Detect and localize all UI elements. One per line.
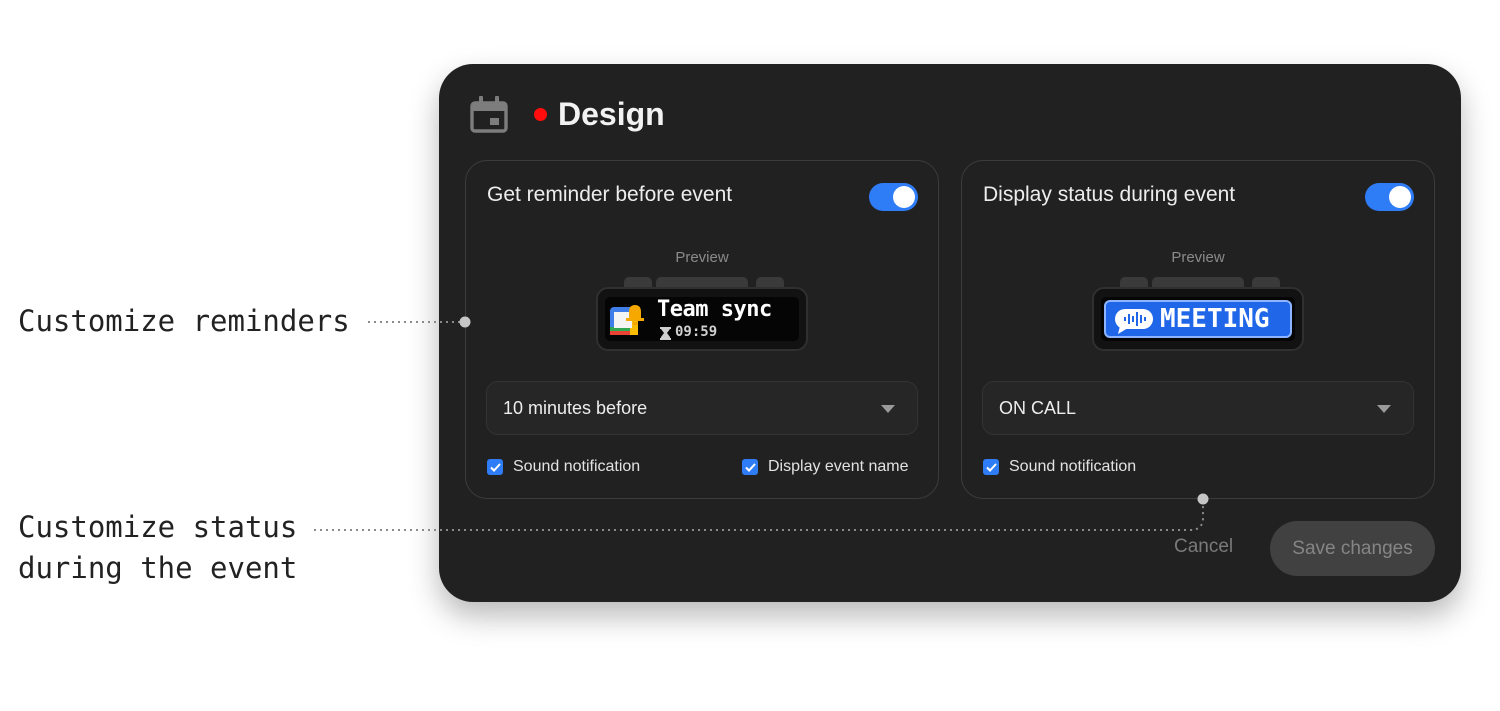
reminder-sound-notification-checkbox[interactable]: Sound notification	[487, 458, 640, 476]
toggle-knob	[1389, 186, 1411, 208]
check-icon	[489, 462, 501, 472]
status-card-title: Display status during event	[983, 183, 1236, 206]
annotation-customize-reminders: Customize reminders	[18, 304, 350, 338]
status-preview-label: Preview	[1171, 249, 1225, 266]
checkbox-label: Sound notification	[1009, 458, 1137, 475]
event-name-text: Team sync	[657, 297, 772, 322]
save-changes-button[interactable]: Save changes	[1270, 521, 1435, 576]
status-dot	[534, 107, 547, 121]
speech-bubble-icon	[1115, 309, 1153, 334]
event-timer-text: 09:59	[675, 324, 718, 340]
dialog-title: Design	[558, 95, 665, 132]
annotation-status-line-1: Customize status	[18, 510, 298, 544]
checkbox-label: Display event name	[768, 458, 909, 475]
meeting-status-text: MEETING	[1160, 304, 1270, 334]
device-body: MEETING	[1092, 287, 1304, 351]
checkbox[interactable]	[742, 459, 758, 475]
check-icon	[985, 462, 997, 472]
chevron-down-icon	[881, 405, 895, 413]
device-screen: Team sync 09:59	[605, 297, 799, 341]
check-icon	[744, 462, 756, 472]
toggle-knob	[893, 186, 915, 208]
checkbox-label: Sound notification	[513, 458, 641, 475]
status-card: Display status during event Preview MEET…	[961, 160, 1435, 499]
reminder-card: Get reminder before event Preview Team s…	[465, 160, 939, 499]
device-body: Team sync 09:59	[596, 287, 808, 351]
display-event-name-checkbox[interactable]: Display event name	[742, 458, 909, 476]
annotation-customize-status: Customize status during the event	[18, 507, 297, 589]
status-select[interactable]: ON CALL	[982, 381, 1414, 435]
reminder-preview-label: Preview	[675, 249, 729, 266]
reminder-card-title: Get reminder before event	[487, 183, 733, 206]
meeting-status-banner: MEETING	[1104, 300, 1292, 338]
status-toggle[interactable]	[1365, 183, 1414, 211]
reminder-time-value: 10 minutes before	[503, 398, 648, 418]
chevron-down-icon	[1377, 405, 1391, 413]
reminder-time-select[interactable]: 10 minutes before	[486, 381, 918, 435]
dialog-header: Design	[469, 94, 665, 134]
annotation-status-line-2: during the event	[18, 551, 298, 585]
calendar-icon	[470, 96, 508, 133]
reminder-device-preview: Team sync 09:59	[596, 277, 808, 351]
calendar-app-icon	[610, 305, 644, 335]
hourglass-icon	[660, 327, 671, 340]
device-screen: MEETING	[1101, 297, 1295, 341]
checkbox[interactable]	[983, 459, 999, 475]
status-sound-notification-checkbox[interactable]: Sound notification	[983, 458, 1136, 476]
reminder-toggle[interactable]	[869, 183, 918, 211]
cancel-button[interactable]: Cancel	[1174, 536, 1233, 558]
status-select-value: ON CALL	[999, 398, 1077, 418]
checkbox[interactable]	[487, 459, 503, 475]
status-device-preview: MEETING	[1092, 277, 1304, 351]
design-dialog: Design Get reminder before event Preview	[439, 64, 1461, 602]
